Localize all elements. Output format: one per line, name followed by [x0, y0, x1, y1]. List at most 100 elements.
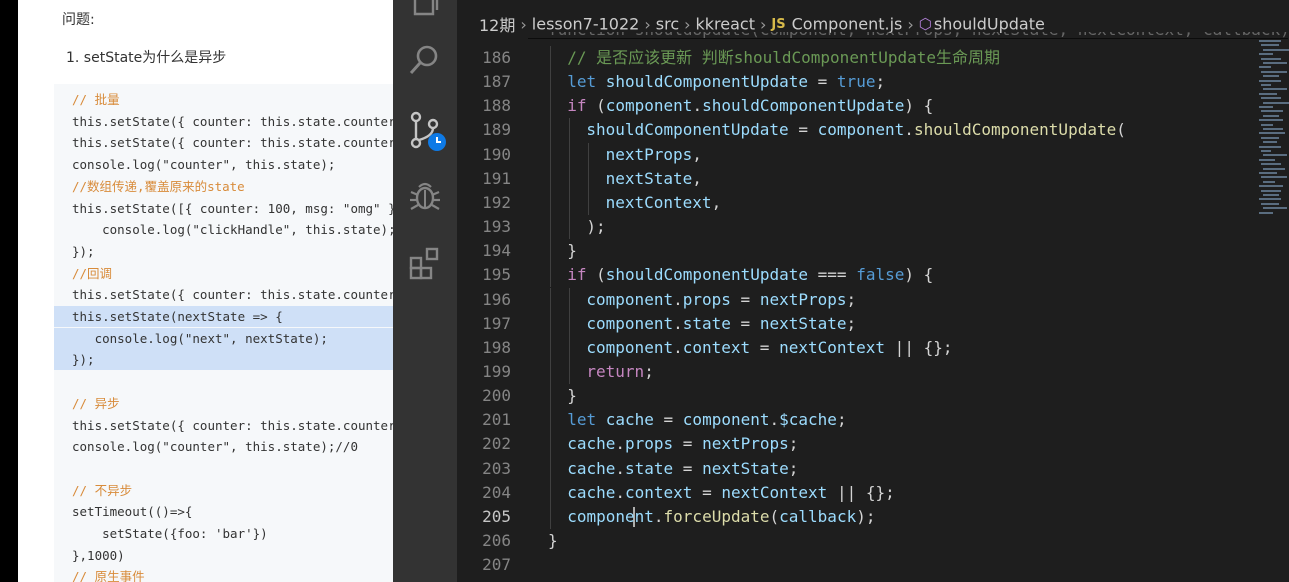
code-token: state	[625, 458, 674, 478]
code-token: cache	[567, 458, 616, 478]
code-token: ) {	[904, 96, 934, 116]
breadcrumb-symbol[interactable]: shouldUpdate	[934, 15, 1045, 34]
minimap-line	[1259, 211, 1273, 214]
code-token: .	[615, 458, 625, 478]
code-line[interactable]: cache.context = nextContext || {};	[567, 481, 895, 505]
code-line[interactable]: // 是否应该更新 判断shouldComponentUpdate生命周期	[567, 46, 1000, 70]
indent-guide	[569, 215, 571, 240]
code-token: ,	[692, 144, 702, 164]
code-token: }	[567, 386, 577, 406]
code-token: return	[586, 361, 645, 381]
search-icon[interactable]	[407, 42, 443, 78]
code-line[interactable]: }	[567, 384, 577, 408]
indent-guide	[550, 359, 551, 385]
minimap-line	[1261, 84, 1271, 86]
indent-guide	[550, 287, 551, 312]
code-token: =	[730, 313, 760, 333]
code-token: .	[769, 410, 780, 430]
minimap-line	[1261, 57, 1281, 60]
code-line[interactable]: cache.state = nextState;	[567, 457, 798, 481]
code-token: let	[567, 72, 606, 92]
line-number: 196	[482, 289, 511, 309]
code-token: let	[567, 410, 606, 430]
indent-guide	[550, 335, 551, 360]
code-token: ;	[875, 72, 886, 92]
document-panel: 问题: 1. setState为什么是异步 // 批量 this.setState…	[18, 0, 393, 582]
code-token: ===	[808, 265, 857, 285]
code-token: component	[586, 313, 674, 333]
code-line[interactable]: nextState,	[606, 167, 702, 191]
code-token: (	[1116, 120, 1126, 140]
doc-heading: 问题:	[62, 12, 95, 28]
code-token: );	[856, 506, 876, 526]
code-line[interactable]: nextContext,	[606, 191, 722, 215]
code-line[interactable]: return;	[586, 360, 653, 384]
indent-guide	[550, 432, 551, 457]
line-number: 194	[482, 241, 511, 261]
code-token: nextState	[759, 313, 847, 333]
code-token: =	[653, 410, 683, 430]
breadcrumb-file[interactable]: Component.js	[792, 15, 903, 34]
code-line[interactable]: cache.props = nextProps;	[567, 432, 798, 456]
code-line[interactable]: shouldComponentUpdate = component.should…	[586, 118, 1125, 142]
code-token: shouldComponentUpdate	[913, 120, 1117, 140]
debug-icon[interactable]	[407, 178, 443, 214]
code-token: );	[586, 217, 606, 237]
code-token: }	[548, 531, 558, 550]
code-line[interactable]: component.context = nextContext || {};	[586, 336, 952, 360]
code-line[interactable]: }	[567, 239, 577, 263]
minimap-line	[1263, 194, 1279, 196]
chevron-right-icon: ›	[684, 14, 691, 34]
code-token: nextState	[605, 168, 693, 188]
extensions-icon[interactable]	[407, 246, 443, 282]
code-token: nextProps	[759, 289, 847, 309]
breadcrumb-folder-src[interactable]: src	[656, 15, 679, 34]
code-token: shouldComponentUpdate	[605, 72, 809, 92]
code-token: shouldComponentUpdate	[702, 96, 905, 116]
code-line[interactable]: );	[586, 215, 605, 239]
source-control-icon[interactable]	[407, 110, 447, 154]
activity-bar	[393, 0, 457, 582]
code-token: shouldComponentUpdate	[605, 265, 809, 285]
js-file-icon: JS	[771, 16, 786, 32]
minimap-line	[1261, 136, 1279, 139]
snippet-comment-line: // 异步	[72, 395, 120, 411]
line-number: 187	[482, 72, 511, 92]
code-line[interactable]: let shouldComponentUpdate = true;	[567, 70, 885, 94]
line-number: 199	[482, 361, 511, 381]
breadcrumb-folder-12[interactable]: 12期	[479, 16, 515, 35]
code-token: $cache	[779, 410, 837, 430]
minimap-line	[1261, 202, 1279, 205]
code-line[interactable]: if (shouldComponentUpdate === false) {	[567, 263, 933, 287]
breadcrumb-folder-kkreact[interactable]: kkreact	[696, 15, 755, 34]
chevron-right-icon: ›	[907, 14, 914, 34]
code-line[interactable]: if (component.shouldComponentUpdate) {	[567, 94, 933, 118]
code-token: ,	[692, 168, 702, 188]
snippet-code-line: });	[54, 349, 393, 371]
line-number: 192	[482, 192, 511, 212]
line-number: 200	[482, 386, 511, 406]
minimap-line	[1263, 114, 1279, 117]
explorer-icon[interactable]	[407, 0, 443, 20]
indent-guide	[550, 70, 551, 95]
breadcrumb-folder-lesson[interactable]: lesson7-1022	[532, 15, 640, 34]
minimap[interactable]	[1259, 40, 1289, 220]
code-line[interactable]: nextProps,	[606, 143, 702, 167]
snippet-code-line: },1000)	[72, 547, 125, 563]
code-token: (	[596, 265, 606, 285]
code-line[interactable]: component.forceUpdate(callback);	[567, 505, 875, 529]
indent-guide	[550, 480, 551, 505]
code-line[interactable]: }	[548, 529, 558, 553]
code-token: .	[904, 120, 914, 140]
indent-guide	[550, 456, 551, 481]
indent-guide	[569, 142, 571, 167]
code-line[interactable]: component.props = nextProps;	[586, 288, 856, 312]
code-token: props	[682, 289, 731, 309]
code-token: cache	[567, 482, 616, 502]
code-line[interactable]: component.state = nextState;	[586, 312, 856, 336]
minimap-line	[1259, 106, 1273, 108]
vscode-window: 12期 › lesson7-1022 › src › kkreact › JS Component…	[393, 0, 1289, 582]
code-line[interactable]: let cache = component.$cache;	[567, 408, 846, 432]
line-number: 205	[482, 506, 511, 526]
snippet-comment-line: // 原生事件	[72, 569, 145, 582]
